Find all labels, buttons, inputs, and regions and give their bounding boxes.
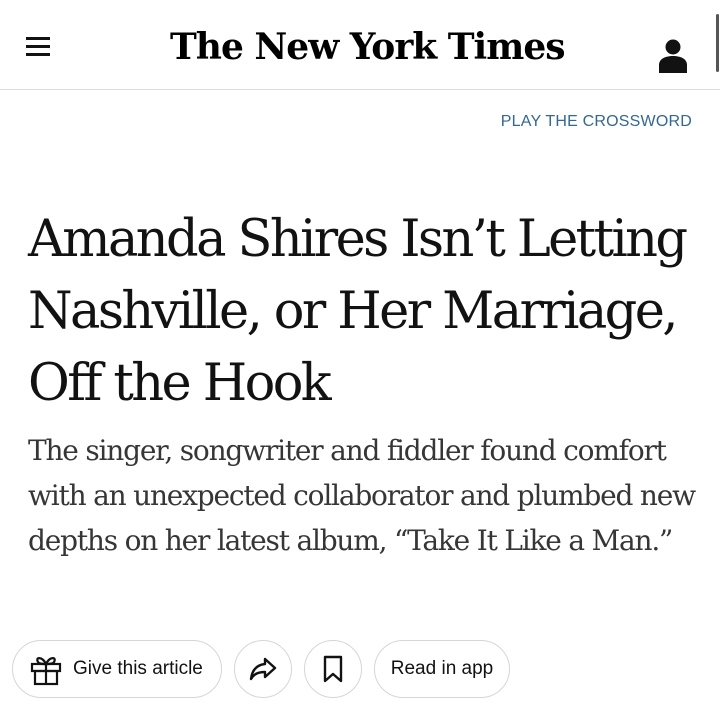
share-arrow-icon: [248, 656, 278, 682]
top-header-bar: The New York Times: [0, 0, 720, 90]
save-bookmark-button[interactable]: [304, 640, 362, 698]
read-in-app-label: Read in app: [390, 658, 494, 679]
share-button[interactable]: [234, 640, 292, 698]
read-in-app-button[interactable]: Read in app: [374, 640, 510, 698]
hamburger-menu-icon[interactable]: [26, 37, 50, 57]
article-summary: The singer, songwriter and fiddler found…: [28, 434, 696, 557]
play-crossword-link[interactable]: PLAY THE CROSSWORD: [501, 113, 692, 131]
bookmark-icon: [322, 655, 344, 683]
scrollbar-edge: [716, 14, 719, 72]
masthead-logo[interactable]: The New York Times: [170, 26, 566, 68]
article-headline: Amanda Shires Isn’t Letting Nashville, o…: [28, 210, 688, 413]
gift-icon: [29, 652, 63, 686]
give-article-label: Give this article: [73, 658, 203, 679]
give-article-button[interactable]: Give this article: [12, 640, 222, 698]
user-account-icon[interactable]: [657, 37, 689, 73]
